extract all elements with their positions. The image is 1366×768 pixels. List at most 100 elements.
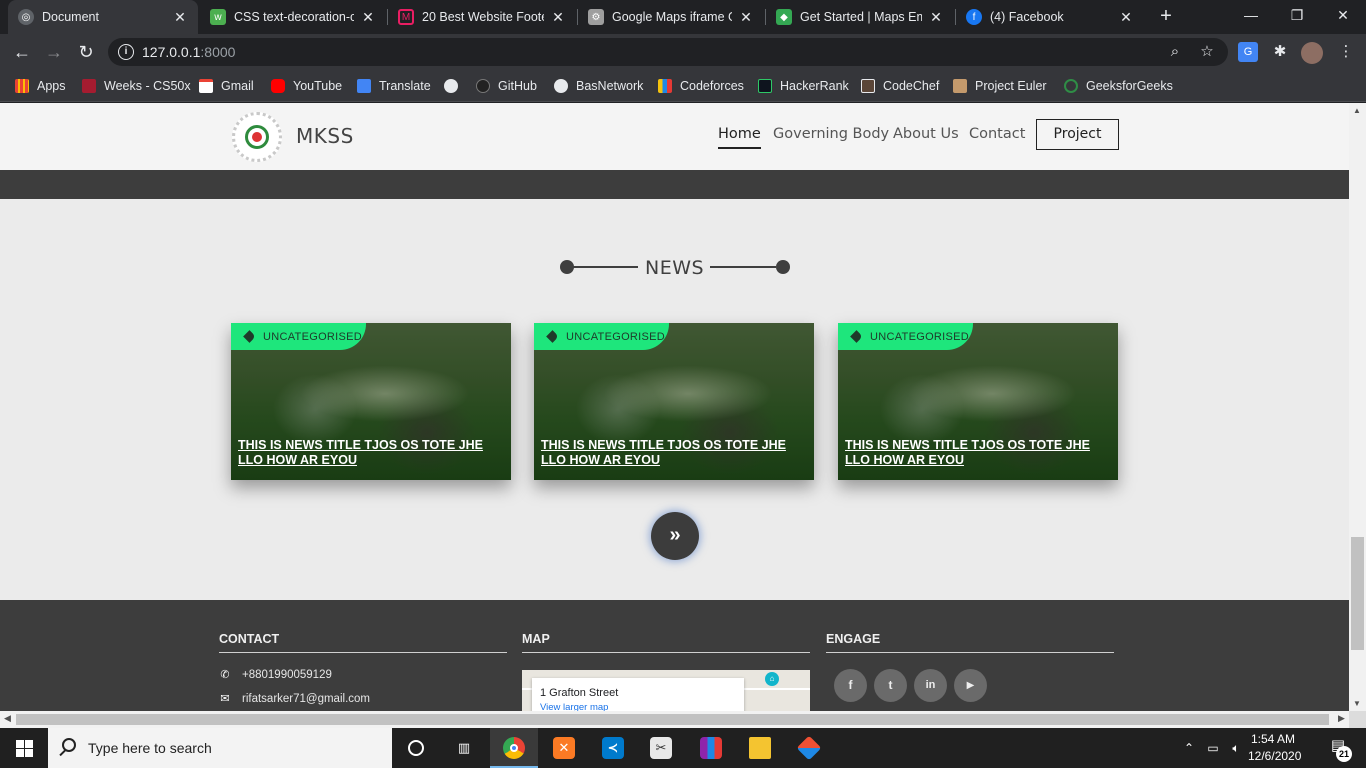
bookmark-project-euler[interactable]: Project Euler: [953, 76, 1047, 96]
bookmark-codechef[interactable]: CodeChef: [861, 76, 939, 96]
nav-home[interactable]: Home: [718, 126, 761, 149]
extensions-puzzle-icon[interactable]: ✱: [1270, 42, 1290, 62]
globe-icon: [554, 79, 568, 93]
zoom-icon[interactable]: ⌕: [1166, 43, 1184, 61]
scroll-down-arrow-icon[interactable]: ▼: [1353, 699, 1361, 708]
nav-governing-body[interactable]: Governing Body: [773, 126, 889, 142]
taskbar-search-box[interactable]: Type here to search: [48, 728, 392, 768]
tab-title: Document: [42, 10, 99, 24]
taskbar-clock[interactable]: 1:54 AM 12/6/2020: [1248, 731, 1301, 765]
twitter-icon[interactable]: t: [874, 669, 907, 702]
taskbar-xampp[interactable]: ✕: [540, 728, 588, 768]
cortana-button[interactable]: [392, 728, 440, 768]
taskbar-file-explorer[interactable]: [736, 728, 784, 768]
view-larger-map-link[interactable]: View larger map: [540, 702, 608, 711]
taskbar-snipping-tool[interactable]: ✂: [637, 728, 685, 768]
close-icon[interactable]: ✕: [172, 9, 188, 26]
bookmark-translate[interactable]: Translate: [357, 76, 431, 96]
bookmark-github[interactable]: GitHub: [476, 76, 537, 96]
embedded-map[interactable]: 1 Grafton Street View larger map ⌂: [522, 670, 810, 711]
linkedin-icon[interactable]: in: [914, 669, 947, 702]
category-tag[interactable]: UNCATEGORISED: [231, 323, 366, 350]
nav-contact[interactable]: Contact: [969, 126, 1025, 142]
new-tab-button[interactable]: +: [1155, 5, 1177, 27]
bookmark-hackerrank[interactable]: HackerRank: [758, 76, 849, 96]
nav-about-us[interactable]: About Us: [893, 126, 959, 142]
url-text[interactable]: 127.0.0.1:8000: [142, 44, 235, 60]
contact-email[interactable]: ✉ rifatsarker71@gmail.com: [219, 692, 370, 706]
codechef-icon: [861, 79, 875, 93]
news-card[interactable]: UNCATEGORISED THIS IS NEWS TITLE TJOS OS…: [838, 323, 1118, 480]
close-icon[interactable]: ✕: [738, 9, 754, 26]
site-info-icon[interactable]: i: [118, 44, 134, 60]
bookmark-geeksforgeeks[interactable]: GeeksforGeeks: [1064, 76, 1173, 96]
restore-button[interactable]: ❐: [1274, 0, 1320, 32]
taskbar-vscode[interactable]: ≺: [589, 728, 637, 768]
vertical-scrollbar[interactable]: ▲ ▼: [1349, 103, 1366, 711]
bookmark-cs50x[interactable]: Weeks - CS50x: [82, 76, 191, 96]
close-icon[interactable]: ✕: [550, 9, 566, 26]
more-news-button[interactable]: »: [651, 512, 699, 560]
task-view-button[interactable]: ▥: [440, 728, 488, 768]
network-icon[interactable]: ▭: [1202, 728, 1224, 768]
news-section-heading: NEWS: [0, 255, 1349, 279]
address-bar[interactable]: i 127.0.0.1:8000 ⌕ ☆: [108, 38, 1228, 66]
search-placeholder: Type here to search: [88, 740, 212, 756]
forward-button[interactable]: →: [42, 40, 66, 64]
site-logo[interactable]: [232, 112, 282, 162]
minimize-button[interactable]: —: [1228, 0, 1274, 32]
taskbar-chrome[interactable]: [490, 728, 538, 768]
news-card[interactable]: UNCATEGORISED THIS IS NEWS TITLE TJOS OS…: [534, 323, 814, 480]
scroll-left-arrow-icon[interactable]: ◀: [4, 713, 11, 724]
profile-avatar-icon[interactable]: [1301, 42, 1323, 64]
close-icon[interactable]: ✕: [1118, 9, 1134, 26]
site-brand[interactable]: MKSS: [296, 124, 354, 148]
youtube-icon[interactable]: ▶: [954, 669, 987, 702]
tab-css-text-decoration[interactable]: w CSS text-decoration-col ✕: [200, 0, 386, 34]
bookmark-globe[interactable]: [444, 76, 466, 96]
bookmark-apps[interactable]: Apps: [15, 76, 66, 96]
back-button[interactable]: ←: [10, 40, 34, 64]
news-card-title[interactable]: THIS IS NEWS TITLE TJOS OS TOTE JHE LLO …: [845, 438, 1113, 468]
scrollbar-thumb[interactable]: [1351, 537, 1364, 650]
volume-icon[interactable]: 🔈︎: [1226, 728, 1246, 768]
reload-button[interactable]: ↻: [74, 40, 98, 64]
taskbar-git[interactable]: [785, 728, 833, 768]
news-card[interactable]: UNCATEGORISED THIS IS NEWS TITLE TJOS OS…: [231, 323, 511, 480]
facebook-icon[interactable]: f: [834, 669, 867, 702]
tab-document[interactable]: ◎ Document ✕: [8, 0, 198, 34]
gmail-icon: [199, 79, 213, 93]
start-button[interactable]: [0, 728, 48, 768]
action-center-button[interactable]: ▤ 21: [1318, 736, 1358, 762]
category-tag[interactable]: UNCATEGORISED: [838, 323, 973, 350]
tab-maps-embed[interactable]: ◆ Get Started | Maps Em ✕: [766, 0, 954, 34]
google-translate-extension-icon[interactable]: G: [1238, 42, 1258, 62]
bookmark-youtube[interactable]: YouTube: [271, 76, 342, 96]
contact-phone[interactable]: ✆ +8801990059129: [219, 668, 331, 682]
close-icon[interactable]: ✕: [360, 9, 376, 26]
m-logo-icon: M: [398, 9, 414, 25]
close-icon[interactable]: ✕: [928, 9, 944, 26]
news-card-title[interactable]: THIS IS NEWS TITLE TJOS OS TOTE JHE LLO …: [541, 438, 809, 468]
project-button[interactable]: Project: [1036, 119, 1119, 150]
scroll-up-arrow-icon[interactable]: ▲: [1353, 106, 1361, 115]
category-tag[interactable]: UNCATEGORISED: [534, 323, 669, 350]
snipping-tool-icon: ✂: [650, 737, 672, 759]
tab-google-maps-iframe[interactable]: ⚙ Google Maps iframe Ge ✕: [578, 0, 764, 34]
horizontal-scrollbar[interactable]: ◀ ▶: [0, 711, 1349, 728]
menu-kebab-icon[interactable]: ⋮: [1336, 42, 1356, 62]
tag-icon: [546, 330, 559, 343]
news-card-title[interactable]: THIS IS NEWS TITLE TJOS OS TOTE JHE LLO …: [238, 438, 506, 468]
bookmark-basnetwork[interactable]: BasNetwork: [554, 76, 643, 96]
window-close-button[interactable]: ✕: [1320, 0, 1366, 32]
show-hidden-icons-chevron-icon[interactable]: ⌃: [1180, 728, 1198, 768]
tab-website-footer[interactable]: M 20 Best Website Footer ✕: [388, 0, 576, 34]
tab-facebook[interactable]: f (4) Facebook ✕: [956, 0, 1144, 34]
scroll-right-arrow-icon[interactable]: ▶: [1338, 713, 1345, 724]
bookmark-codeforces[interactable]: Codeforces: [658, 76, 744, 96]
scrollbar-thumb[interactable]: [16, 714, 1329, 725]
phone-icon: ✆: [220, 669, 230, 681]
bookmark-gmail[interactable]: Gmail: [199, 76, 254, 96]
bookmark-star-icon[interactable]: ☆: [1198, 43, 1216, 61]
taskbar-winrar[interactable]: [687, 728, 735, 768]
